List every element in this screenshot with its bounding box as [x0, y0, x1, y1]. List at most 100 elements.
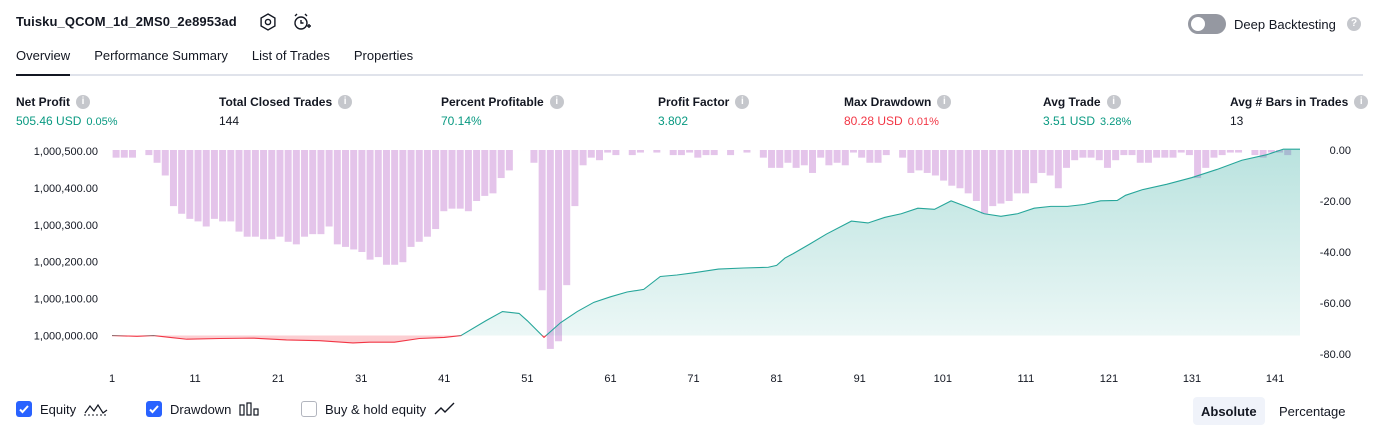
buy-hold-checkbox[interactable]	[301, 401, 317, 417]
drawdown-bar	[768, 150, 776, 168]
drawdown-bar	[1226, 150, 1234, 153]
settings-icon[interactable]	[258, 12, 278, 32]
right-axis-tick: -20.00	[1320, 196, 1351, 208]
drawdown-bar	[595, 150, 603, 161]
right-axis-tick: -40.00	[1320, 247, 1351, 259]
drawdown-bar	[882, 150, 890, 156]
equity-line-icon	[84, 403, 109, 416]
drawdown-bar	[956, 150, 964, 189]
drawdown-bar	[473, 150, 481, 201]
drawdown-bar	[530, 150, 538, 163]
absolute-toggle[interactable]: Absolute	[1193, 397, 1265, 425]
drawdown-bar	[1030, 150, 1038, 184]
metric-label: Max Drawdown	[844, 95, 932, 109]
info-icon[interactable]: i	[1106, 95, 1121, 109]
drawdown-bar	[358, 150, 366, 252]
check-icon	[149, 405, 159, 414]
buy-hold-label: Buy & hold equity	[325, 401, 427, 417]
drawdown-bar	[309, 150, 317, 235]
info-icon[interactable]: i	[338, 95, 353, 109]
legend-buy-hold[interactable]: Buy & hold equity	[301, 401, 456, 417]
drawdown-bar	[1251, 150, 1259, 156]
info-icon[interactable]: i	[937, 95, 952, 109]
drawdown-bar	[268, 150, 276, 240]
drawdown-bar	[915, 150, 923, 171]
deep-backtesting-help-icon[interactable]: ?	[1347, 17, 1361, 31]
drawdown-bar	[653, 150, 661, 153]
strategy-title: Tuisku_QCOM_1d_2MS0_2e8953ad	[16, 14, 237, 29]
percentage-toggle[interactable]: Percentage	[1271, 397, 1354, 425]
drawdown-bar	[497, 150, 505, 179]
drawdown-bar	[1054, 150, 1062, 189]
deep-backtesting-toggle[interactable]	[1188, 14, 1226, 34]
drawdown-bar	[677, 150, 685, 156]
x-axis-tick: 121	[1100, 373, 1118, 385]
metric-value: 70.14%	[441, 114, 482, 128]
drawdown-bar	[407, 150, 415, 247]
metric-percent-profitable: Percent Profitable i 70.14%	[441, 95, 564, 128]
info-icon[interactable]: i	[1354, 95, 1369, 109]
drawdown-bar	[972, 150, 980, 201]
drawdown-bar	[333, 150, 341, 245]
tab-overview[interactable]: Overview	[16, 48, 71, 76]
legend-equity[interactable]: Equity	[16, 401, 109, 417]
drawdown-bar	[948, 150, 956, 186]
tab-list-of-trades[interactable]: List of Trades	[252, 48, 330, 76]
drawdown-bar	[866, 150, 874, 163]
metric-label: Percent Profitable	[441, 95, 544, 109]
drawdown-bar	[169, 150, 177, 207]
left-axis-tick: 1,000,300.00	[34, 220, 98, 232]
drawdown-bar	[776, 150, 784, 168]
metric-profit-factor: Profit Factor i 3.802	[658, 95, 750, 128]
drawdown-bar	[694, 150, 702, 158]
metric-value: 3.802	[658, 114, 689, 128]
drawdown-bar	[366, 150, 374, 260]
equity-checkbox[interactable]	[16, 401, 32, 417]
tab-performance-summary[interactable]: Performance Summary	[94, 48, 228, 76]
drawdown-bar	[1079, 150, 1087, 158]
drawdown-bar	[1194, 150, 1202, 179]
metric-max-drawdown: Max Drawdown i 80.28 USD 0.01%	[844, 95, 952, 128]
drawdown-bar	[1218, 150, 1226, 156]
equity-label: Equity	[40, 401, 77, 417]
info-icon[interactable]: i	[76, 95, 90, 109]
drawdown-bar	[186, 150, 194, 219]
add-alert-icon[interactable]	[292, 12, 312, 32]
drawdown-bar	[858, 150, 866, 158]
drawdown-bar	[481, 150, 489, 196]
x-axis-tick: 131	[1183, 373, 1201, 385]
x-axis-tick: 1	[109, 373, 115, 385]
drawdown-checkbox[interactable]	[146, 401, 162, 417]
drawdown-bar	[669, 150, 677, 156]
equity-chart[interactable]: 1,000,500.00 1,000,400.00 1,000,300.00 1,00…	[0, 136, 1379, 388]
bar-chart-icon	[239, 402, 260, 416]
drawdown-label: Drawdown	[170, 401, 232, 417]
metric-avg-trade: Avg Trade i 3.51 USD 3.28%	[1043, 95, 1131, 128]
drawdown-bar	[505, 150, 513, 171]
info-icon[interactable]: i	[735, 95, 750, 109]
drawdown-bar	[161, 150, 169, 176]
info-icon[interactable]: i	[549, 95, 564, 109]
drawdown-bar	[628, 150, 636, 156]
drawdown-bar	[825, 150, 833, 166]
x-axis-tick: 51	[521, 373, 533, 385]
drawdown-bar	[276, 150, 284, 237]
drawdown-bar	[251, 150, 259, 237]
drawdown-bar	[964, 150, 972, 194]
drawdown-bar	[1161, 150, 1169, 158]
drawdown-bar	[1235, 150, 1243, 153]
metric-label: Total Closed Trades	[219, 95, 333, 109]
x-axis-tick: 71	[687, 373, 699, 385]
drawdown-bar	[1136, 150, 1144, 163]
drawdown-bar	[604, 150, 612, 153]
x-axis-tick: 31	[355, 373, 367, 385]
legend-drawdown[interactable]: Drawdown	[146, 401, 260, 417]
drawdown-bar	[235, 150, 243, 232]
right-axis-tick: -80.00	[1320, 349, 1351, 361]
metric-total-closed-trades: Total Closed Trades i 144	[219, 95, 353, 128]
drawdown-bar	[415, 150, 423, 242]
drawdown-bar	[1063, 150, 1070, 168]
tab-properties[interactable]: Properties	[354, 48, 413, 76]
metric-avg-bars-in-trades: Avg # Bars in Trades i 13	[1230, 95, 1369, 128]
drawdown-bar	[907, 150, 915, 173]
